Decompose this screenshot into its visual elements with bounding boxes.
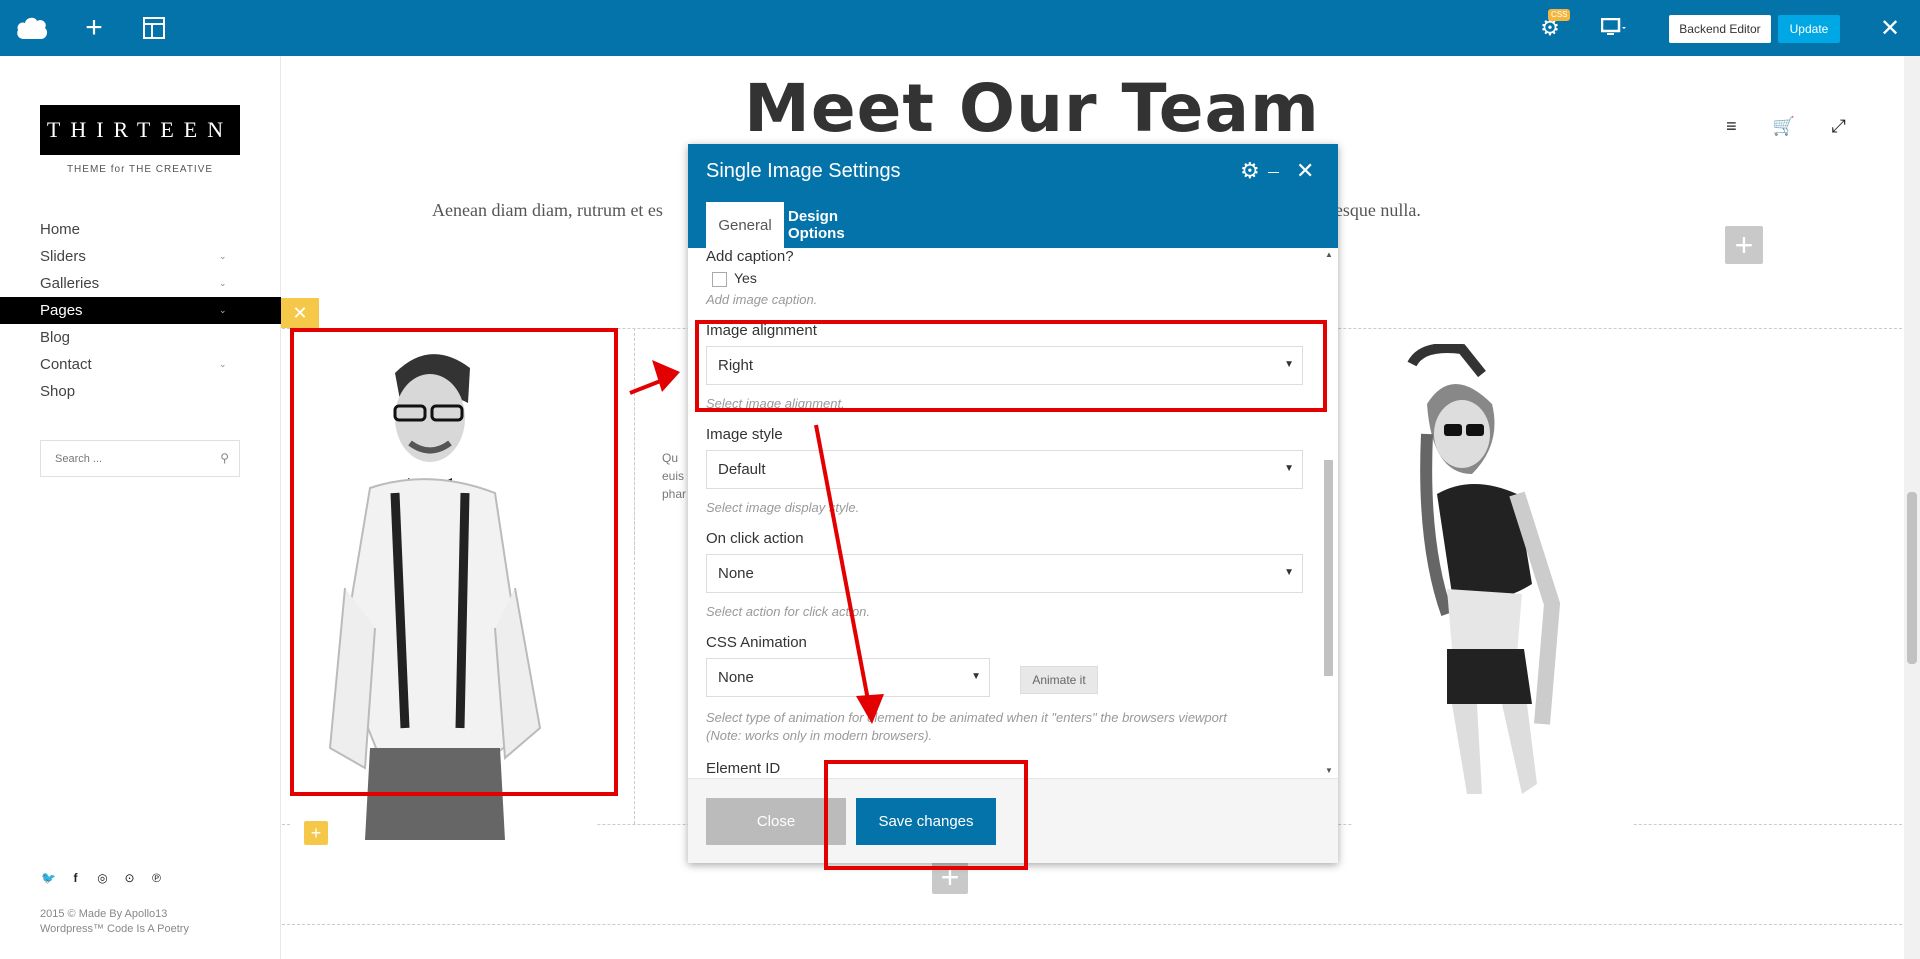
element-id-label: Element ID bbox=[706, 760, 781, 777]
footer-text: 2015 © Made By Apollo13 Wordpress™ Code … bbox=[40, 907, 189, 937]
search-placeholder: Search ... bbox=[55, 452, 103, 465]
nav-label: Contact bbox=[40, 356, 92, 373]
select-value: None bbox=[718, 565, 754, 582]
animation-hint: Select type of animation for element to … bbox=[706, 710, 1227, 725]
click-action-hint: Select action for click action. bbox=[706, 604, 871, 619]
add-column-button[interactable]: + bbox=[304, 821, 328, 845]
minimize-icon[interactable]: ⎯ bbox=[1268, 158, 1279, 184]
chevron-down-icon: ⌄ bbox=[219, 305, 227, 315]
bio-line: euis bbox=[662, 469, 685, 483]
caption-hint: Add image caption. bbox=[706, 292, 818, 307]
twitter-icon[interactable]: 🐦 bbox=[40, 871, 57, 885]
logo-tagline: THEME for THE CREATIVE bbox=[66, 164, 214, 175]
close-editor-icon[interactable]: ✕ bbox=[1872, 10, 1908, 46]
nav-label: Galleries bbox=[40, 275, 100, 292]
add-row-button[interactable]: + bbox=[1725, 226, 1763, 264]
nav-item-shop[interactable]: Shop bbox=[0, 378, 281, 405]
nav-label: Pages bbox=[40, 302, 83, 319]
footer-line: Wordpress™ Code Is A Poetry bbox=[40, 923, 189, 935]
bio-line: Qu bbox=[662, 451, 679, 465]
site-sidebar: THIRTEEN THEME for THE CREATIVE Home Sli… bbox=[0, 56, 281, 959]
fullscreen-icon[interactable]: ⤢ bbox=[1831, 116, 1845, 137]
main-nav: Home Sliders ⌄ Galleries ⌄ Pages ⌄ Blog Con… bbox=[0, 216, 281, 405]
pinterest-icon[interactable]: ℗ bbox=[148, 871, 165, 885]
chevron-down-icon: ⌄ bbox=[219, 278, 227, 288]
header-tools: ≡ 🛒 ⤢ bbox=[1708, 98, 1864, 154]
facebook-icon[interactable]: f bbox=[67, 871, 84, 885]
social-links: 🐦 f ◎ ⊙ ℗ bbox=[40, 871, 165, 885]
select-value: Default bbox=[718, 461, 766, 478]
page-scrollbar[interactable] bbox=[1904, 56, 1920, 959]
annotation-box-save bbox=[824, 760, 1028, 870]
cart-icon[interactable]: 🛒 bbox=[1773, 116, 1795, 137]
caption-checkbox[interactable] bbox=[712, 272, 727, 287]
nav-item-sliders[interactable]: Sliders ⌄ bbox=[0, 243, 281, 270]
tab-design-options[interactable]: Design Options bbox=[788, 202, 898, 248]
page-title: Meet Our Team bbox=[744, 70, 1320, 147]
annotation-box-image bbox=[290, 328, 618, 796]
scroll-up-icon[interactable]: ▲ bbox=[1325, 250, 1333, 259]
nav-item-blog[interactable]: Blog bbox=[0, 324, 281, 351]
dropdown-caret-icon: ▼ bbox=[1284, 567, 1294, 578]
caption-checkbox-label[interactable]: Yes bbox=[734, 270, 757, 286]
nav-label: Home bbox=[40, 221, 81, 238]
page-scroll-thumb[interactable] bbox=[1907, 492, 1917, 664]
click-action-select[interactable]: None ▼ bbox=[706, 554, 1303, 593]
backend-editor-button[interactable]: Backend Editor bbox=[1669, 15, 1771, 43]
nav-item-galleries[interactable]: Galleries ⌄ bbox=[0, 270, 281, 297]
dribbble-icon[interactable]: ◎ bbox=[94, 871, 111, 885]
single-image-settings-dialog: Single Image Settings ⚙ ⎯ ✕ General Desi… bbox=[688, 144, 1338, 863]
team-member-image-woman[interactable] bbox=[1352, 344, 1632, 844]
scroll-down-icon[interactable]: ▼ bbox=[1325, 766, 1333, 775]
dropdown-caret-icon: ▼ bbox=[971, 671, 981, 682]
site-logo[interactable]: THIRTEEN bbox=[40, 105, 240, 155]
cloud-logo-icon[interactable] bbox=[14, 10, 50, 46]
row-divider bbox=[282, 924, 1902, 925]
nav-item-contact[interactable]: Contact ⌄ bbox=[0, 351, 281, 378]
remove-element-icon[interactable]: ✕ bbox=[281, 298, 319, 328]
css-animation-select[interactable]: None ▼ bbox=[706, 658, 990, 697]
editor-toolbar: + ⚙ CSS Backend Editor Update ✕ bbox=[0, 0, 1920, 56]
image-style-label: Image style bbox=[706, 426, 783, 443]
nav-label: Blog bbox=[40, 329, 71, 346]
nav-label: Shop bbox=[40, 383, 76, 400]
search-icon[interactable]: ⚲ bbox=[220, 451, 229, 465]
monitor-icon[interactable] bbox=[1594, 10, 1634, 46]
dialog-title: Single Image Settings bbox=[706, 160, 901, 182]
style-hint: Select image display style. bbox=[706, 500, 860, 515]
chevron-down-icon: ⌄ bbox=[219, 359, 227, 369]
update-button[interactable]: Update bbox=[1778, 15, 1840, 43]
add-caption-label: Add caption? bbox=[706, 248, 794, 265]
member-bio-partial: Qu euis phar bbox=[662, 449, 686, 503]
animation-note: (Note: works only in modern browsers). bbox=[706, 728, 933, 743]
nav-item-home[interactable]: Home bbox=[0, 216, 281, 243]
gear-icon[interactable]: ⚙ bbox=[1240, 158, 1260, 184]
dialog-scroll-thumb[interactable] bbox=[1324, 460, 1333, 676]
dropdown-caret-icon: ▼ bbox=[1284, 463, 1294, 474]
nav-item-pages[interactable]: Pages ⌄ bbox=[0, 297, 281, 324]
search-input[interactable]: Search ... ⚲ bbox=[40, 440, 240, 477]
nav-label: Sliders bbox=[40, 248, 86, 265]
css-animation-label: CSS Animation bbox=[706, 634, 807, 651]
css-badge: CSS bbox=[1548, 9, 1571, 21]
close-icon[interactable]: ✕ bbox=[1296, 158, 1314, 184]
flickr-icon[interactable]: ⊙ bbox=[121, 871, 138, 885]
animate-it-button[interactable]: Animate it bbox=[1020, 666, 1098, 694]
click-action-label: On click action bbox=[706, 530, 804, 547]
column-divider bbox=[634, 328, 635, 554]
bio-line: phar bbox=[662, 487, 687, 501]
intro-left: Aenean diam diam, rutrum et es bbox=[432, 200, 663, 220]
templates-icon[interactable] bbox=[136, 10, 172, 46]
image-style-select[interactable]: Default ▼ bbox=[706, 450, 1303, 489]
annotation-box-alignment bbox=[695, 320, 1327, 412]
chevron-down-icon: ⌄ bbox=[219, 251, 227, 261]
add-element-icon[interactable]: + bbox=[76, 10, 112, 46]
dialog-header: Single Image Settings ⚙ ⎯ ✕ General Desi… bbox=[688, 144, 1338, 248]
footer-line: 2015 © Made By Apollo13 bbox=[40, 908, 168, 920]
select-value: None bbox=[718, 669, 754, 686]
tab-general[interactable]: General bbox=[706, 202, 784, 248]
menu-icon[interactable]: ≡ bbox=[1726, 116, 1737, 137]
